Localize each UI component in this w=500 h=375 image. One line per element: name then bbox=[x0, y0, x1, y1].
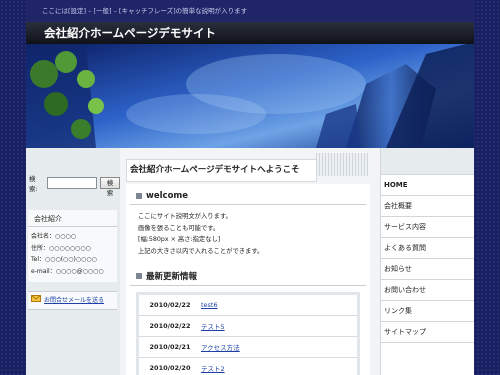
square-bullet-icon bbox=[136, 193, 142, 199]
news-date: 2010/02/20 bbox=[149, 364, 191, 372]
search-label: 検索: bbox=[29, 175, 38, 193]
left-sidebar: 検索: 検索 会社紹介 会社名：○○○○ 住所：○○○○○○○○ Tel：○○○… bbox=[26, 148, 120, 375]
news-link[interactable]: アクセス方法 bbox=[201, 342, 240, 352]
search-input[interactable] bbox=[47, 177, 98, 189]
welcome-heading-text: welcome bbox=[146, 191, 189, 201]
news-table: 2010/02/22 test6 2010/02/22 テスト5 2010/02… bbox=[136, 292, 360, 375]
right-navigation: HOME 会社概要 サービス内容 よくある質問 お知らせ お問い合わせ リンク集… bbox=[380, 148, 474, 375]
nav-item-links[interactable]: リンク集 bbox=[381, 301, 474, 322]
header-banner bbox=[26, 44, 474, 148]
news-date: 2010/02/22 bbox=[149, 301, 191, 309]
banner-image bbox=[26, 44, 474, 148]
mail-link-label: お問合せメールを送る bbox=[44, 297, 105, 304]
nav-item-services[interactable]: サービス内容 bbox=[381, 217, 474, 238]
news-link[interactable]: テスト2 bbox=[201, 363, 225, 373]
news-link[interactable]: test6 bbox=[201, 301, 218, 309]
news-row: 2010/02/20 テスト2 bbox=[139, 358, 357, 375]
company-address: 住所：○○○○○○○○ bbox=[31, 244, 91, 252]
company-info-box: 会社紹介 会社名：○○○○ 住所：○○○○○○○○ Tel：○○○(○○)○○○… bbox=[28, 210, 117, 282]
main-content: welcome ここにサイト説明文が入ります。 画像を張ることも可能です。 [幅… bbox=[126, 184, 370, 375]
page-title: 会社紹介ホームページデモサイトへようこそ bbox=[126, 159, 317, 182]
news-row: 2010/02/22 test6 bbox=[139, 295, 357, 316]
company-email: e-mail：○○○○@○○○○ bbox=[31, 267, 104, 275]
title-decoration bbox=[316, 153, 368, 176]
news-date: 2010/02/21 bbox=[149, 343, 191, 351]
site-tagline: ここには[設定] – [一般] – [キャッチフレーズ]の簡単な説明が入ります bbox=[42, 7, 248, 15]
search-form: 検索: 検索 bbox=[29, 175, 120, 197]
news-date: 2010/02/22 bbox=[149, 322, 191, 330]
news-link[interactable]: テスト5 bbox=[201, 321, 225, 331]
tagline-bar: ここには[設定] – [一般] – [キャッチフレーズ]の簡単な説明が入ります bbox=[26, 0, 474, 22]
nav-top-spacer bbox=[381, 148, 474, 175]
news-row: 2010/02/22 テスト5 bbox=[139, 316, 357, 337]
welcome-text: ここにサイト説明文が入ります。 画像を張ることも可能です。 [幅:580px ×… bbox=[126, 211, 370, 257]
welcome-line: ここにサイト説明文が入ります。 bbox=[138, 213, 232, 220]
site-title[interactable]: 会社紹介ホームページデモサイト bbox=[44, 26, 216, 40]
welcome-line: [幅:580px × 高さ:指定なし] bbox=[138, 236, 221, 243]
main-content-area: 会社紹介ホームページデモサイトへようこそ welcome ここにサイト説明文が入… bbox=[120, 148, 380, 375]
search-button[interactable]: 検索 bbox=[100, 177, 120, 197]
welcome-heading: welcome bbox=[130, 184, 366, 205]
company-tel: Tel：○○○(○○)○○○○ bbox=[31, 256, 97, 263]
mail-link[interactable]: お問合せメールを送る bbox=[28, 291, 117, 310]
nav-item-company-overview[interactable]: 会社概要 bbox=[381, 196, 474, 217]
nav-item-news[interactable]: お知らせ bbox=[381, 259, 474, 280]
site-title-bar: 会社紹介ホームページデモサイト bbox=[26, 22, 474, 44]
nav-item-sitemap[interactable]: サイトマップ bbox=[381, 322, 474, 343]
page-container: ここには[設定] – [一般] – [キャッチフレーズ]の簡単な説明が入ります … bbox=[26, 0, 474, 375]
nav-item-home[interactable]: HOME bbox=[381, 175, 474, 196]
news-row: 2010/02/21 アクセス方法 bbox=[139, 337, 357, 358]
news-heading-text: 最新更新情報 bbox=[146, 272, 198, 282]
company-info-heading: 会社紹介 bbox=[28, 210, 117, 227]
news-heading: 最新更新情報 bbox=[130, 263, 366, 286]
welcome-line: 上記の大きさ以内で入れることができます。 bbox=[138, 247, 264, 255]
content-columns: 検索: 検索 会社紹介 会社名：○○○○ 住所：○○○○○○○○ Tel：○○○… bbox=[26, 148, 474, 375]
square-bullet-icon bbox=[136, 273, 142, 279]
envelope-icon bbox=[31, 292, 41, 309]
company-name: 会社名：○○○○ bbox=[31, 233, 76, 240]
nav-item-contact[interactable]: お問い合わせ bbox=[381, 280, 474, 301]
welcome-line: 画像を張ることも可能です。 bbox=[138, 224, 220, 232]
nav-item-faq[interactable]: よくある質問 bbox=[381, 238, 474, 259]
